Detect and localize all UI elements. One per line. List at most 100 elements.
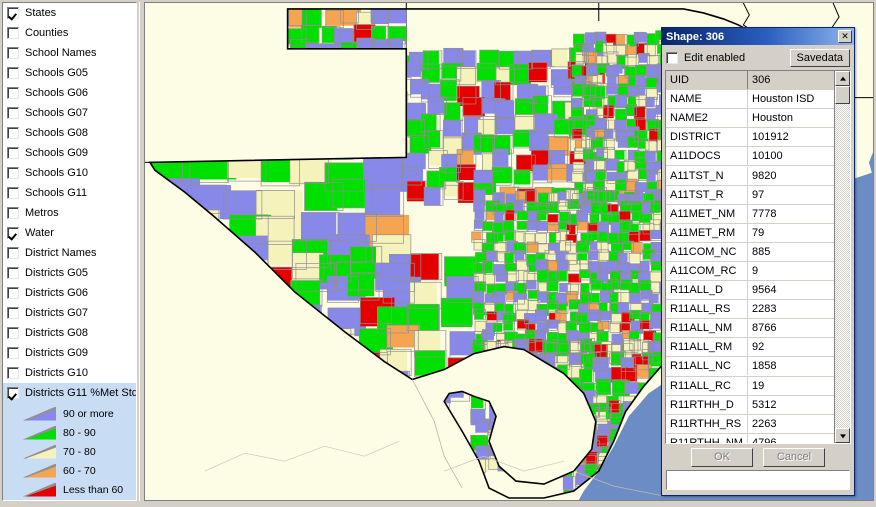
shape-attributes-dialog[interactable]: Shape: 306 ✕ Edit enabled Savedata UID 30…	[661, 27, 855, 496]
dialog-title-bar[interactable]: Shape: 306 ✕	[662, 28, 854, 45]
attributes-table[interactable]: UID 306 NAME Houston ISD NAME2 Houston DISTRIC…	[666, 71, 834, 443]
layer-item-label: Schools G11	[25, 187, 88, 199]
attribute-row[interactable]: R11ALL_RS 2283	[666, 300, 834, 320]
scroll-up-button[interactable]	[835, 71, 850, 86]
attribute-row[interactable]: A11MET_NM 7778	[666, 204, 834, 224]
scrollbar-thumb[interactable]	[835, 86, 850, 104]
layer-item-water[interactable]: Water	[3, 223, 136, 243]
layer-item-schools-g10[interactable]: Schools G10	[3, 163, 136, 183]
layer-checkbox[interactable]	[7, 347, 19, 359]
attribute-value[interactable]: 9820	[748, 167, 834, 185]
layer-checkbox[interactable]	[7, 87, 19, 99]
layer-item-school-names[interactable]: School Names	[3, 43, 136, 63]
attribute-value[interactable]: 2263	[748, 415, 834, 433]
status-text-field[interactable]	[666, 470, 850, 490]
close-icon[interactable]: ✕	[838, 30, 852, 43]
attribute-value[interactable]: 97	[748, 186, 834, 204]
attribute-row[interactable]: A11DOCS 10100	[666, 147, 834, 167]
attribute-value[interactable]: Houston ISD	[748, 90, 834, 108]
layer-checkbox[interactable]	[7, 367, 19, 379]
cancel-button[interactable]: Cancel	[763, 447, 825, 467]
attribute-value[interactable]: 79	[748, 224, 834, 242]
panel-splitter[interactable]	[137, 2, 144, 501]
layer-checkbox[interactable]	[7, 247, 19, 259]
scroll-down-button[interactable]	[835, 428, 850, 443]
attribute-key: A11DOCS	[666, 147, 748, 166]
attribute-value[interactable]: 101912	[748, 128, 834, 146]
layer-item-districts-g05[interactable]: Districts G05	[3, 263, 136, 283]
attribute-row[interactable]: A11COM_RC 9	[666, 261, 834, 282]
attribute-value[interactable]: 885	[748, 243, 834, 261]
attribute-row[interactable]: R11ALL_NC 1858	[666, 357, 834, 377]
attribute-row[interactable]: A11TST_N 9820	[666, 166, 834, 186]
attribute-value[interactable]: 10100	[748, 147, 834, 165]
attribute-value[interactable]: 19	[748, 377, 834, 395]
attribute-row[interactable]: NAME2 Houston	[666, 109, 834, 129]
layer-checkbox[interactable]	[7, 127, 19, 139]
attribute-key: R11ALL_NM	[666, 319, 748, 338]
attribute-row[interactable]: R11RTHH_NM 4796	[666, 433, 834, 443]
layer-item-metros[interactable]: Metros	[3, 203, 136, 223]
attribute-value[interactable]: 9564	[748, 281, 834, 299]
layer-item-districts-g11-met-std[interactable]: Districts G11 %Met Std	[3, 383, 136, 403]
attribute-value[interactable]: 92	[748, 338, 834, 356]
attribute-row[interactable]: R11ALL_RC 19	[666, 376, 834, 396]
attribute-value[interactable]: 2283	[748, 300, 834, 318]
layer-checkbox[interactable]	[7, 307, 19, 319]
layer-item-schools-g11[interactable]: Schools G11	[3, 183, 136, 203]
attribute-value[interactable]: 7778	[748, 205, 834, 223]
layer-checkbox[interactable]	[7, 27, 19, 39]
layer-checkbox[interactable]	[7, 187, 19, 199]
attribute-row[interactable]: NAME Houston ISD	[666, 90, 834, 110]
layer-checkbox[interactable]	[7, 7, 19, 19]
layer-checkbox[interactable]	[7, 207, 19, 219]
layer-checkbox[interactable]	[7, 387, 19, 399]
attribute-row[interactable]: R11ALL_RM 92	[666, 338, 834, 358]
layer-checkbox[interactable]	[7, 167, 19, 179]
attribute-row[interactable]: A11COM_NC 885	[666, 242, 834, 262]
layer-item-districts-g08[interactable]: Districts G08	[3, 323, 136, 343]
attribute-value[interactable]: Houston	[748, 109, 834, 127]
layer-checkbox[interactable]	[7, 267, 19, 279]
layer-item-schools-g09[interactable]: Schools G09	[3, 143, 136, 163]
attribute-value[interactable]: 306	[748, 71, 834, 89]
savedata-button[interactable]: Savedata	[789, 48, 850, 67]
layer-item-schools-g05[interactable]: Schools G05	[3, 63, 136, 83]
attribute-row[interactable]: DISTRICT 101912	[666, 128, 834, 148]
layer-checkbox[interactable]	[7, 227, 19, 239]
attribute-value[interactable]: 8766	[748, 319, 834, 337]
layer-item-schools-g06[interactable]: Schools G06	[3, 83, 136, 103]
layer-item-counties[interactable]: Counties	[3, 23, 136, 43]
attribute-row[interactable]: R11RTHH_RS 2263	[666, 414, 834, 434]
layer-checkbox[interactable]	[7, 147, 19, 159]
attribute-row[interactable]: R11ALL_D 9564	[666, 281, 834, 301]
layer-checkbox[interactable]	[7, 287, 19, 299]
attribute-value[interactable]: 9	[748, 262, 834, 280]
layer-list-panel[interactable]: States Counties School Names Schools G05 Sch…	[2, 2, 137, 501]
layer-checkbox[interactable]	[7, 107, 19, 119]
layer-checkbox[interactable]	[7, 327, 19, 339]
attribute-value[interactable]: 5312	[748, 396, 834, 414]
layer-item-states[interactable]: States	[3, 3, 136, 23]
layer-item-districts-g10[interactable]: Districts G10	[3, 363, 136, 383]
attributes-scrollbar[interactable]	[834, 71, 850, 443]
edit-enabled-checkbox[interactable]	[666, 51, 678, 64]
attribute-value[interactable]: 4796	[748, 434, 834, 443]
layer-item-districts-g06[interactable]: Districts G06	[3, 283, 136, 303]
layer-checkbox[interactable]	[7, 67, 19, 79]
layer-item-schools-g08[interactable]: Schools G08	[3, 123, 136, 143]
attribute-row[interactable]: A11MET_RM 79	[666, 223, 834, 243]
layer-item-districts-g07[interactable]: Districts G07	[3, 303, 136, 323]
attribute-value[interactable]: 1858	[748, 357, 834, 375]
layer-item-label: States	[25, 7, 57, 19]
attribute-row[interactable]: R11ALL_NM 8766	[666, 319, 834, 339]
layer-item-schools-g07[interactable]: Schools G07	[3, 103, 136, 123]
layer-item-districts-g09[interactable]: Districts G09	[3, 343, 136, 363]
scrollbar-track[interactable]	[835, 86, 850, 428]
attribute-row[interactable]: UID 306	[666, 71, 834, 91]
layer-checkbox[interactable]	[7, 47, 19, 59]
attribute-row[interactable]: R11RTHH_D 5312	[666, 395, 834, 415]
attribute-row[interactable]: A11TST_R 97	[666, 185, 834, 205]
layer-item-district-names[interactable]: District Names	[3, 243, 136, 263]
ok-button[interactable]: OK	[691, 447, 753, 467]
